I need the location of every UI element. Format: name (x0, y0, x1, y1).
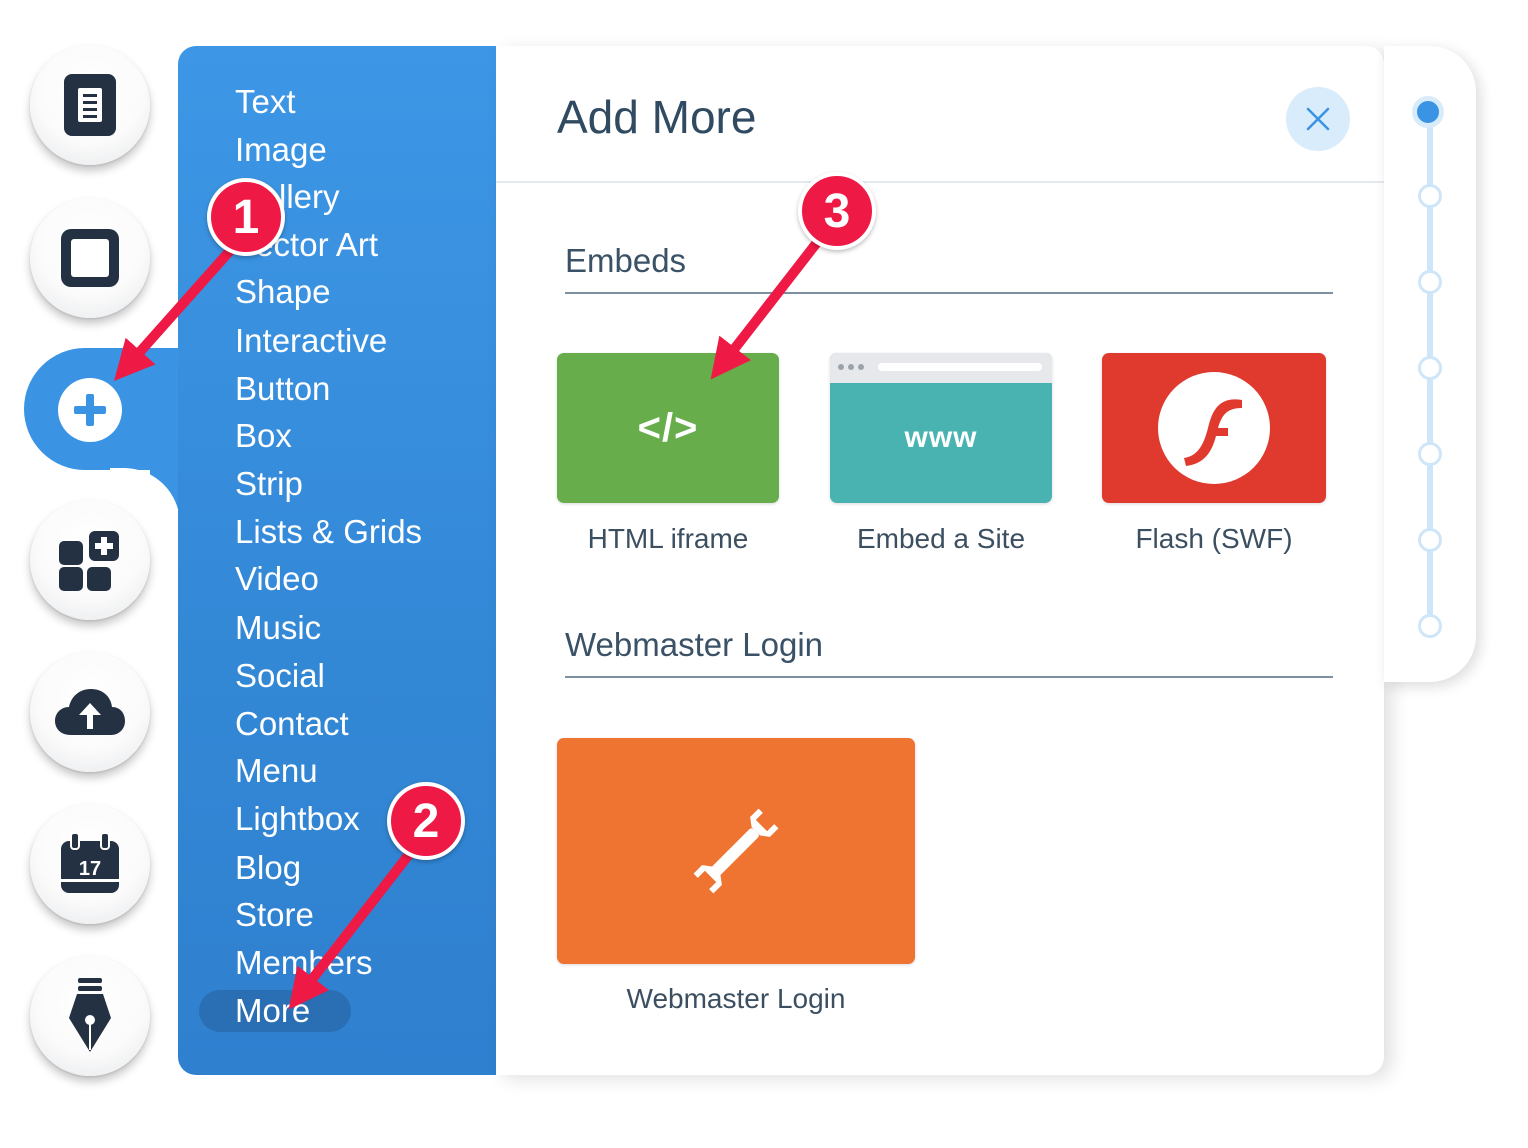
arrow-1 (114, 239, 241, 381)
step-badge-3: 3 (798, 172, 876, 250)
step-badge-1: 1 (207, 178, 285, 256)
annotation-arrows (114, 231, 827, 1010)
arrow-2 (288, 843, 419, 1010)
step-badge-2: 2 (387, 782, 465, 860)
arrow-3 (710, 231, 827, 380)
